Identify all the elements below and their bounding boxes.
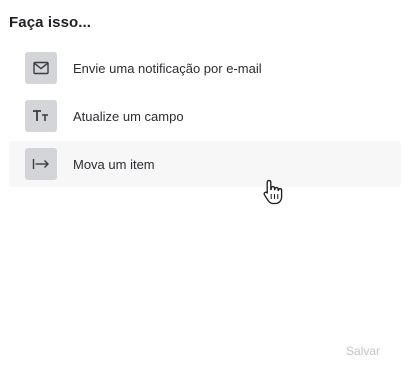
mail-icon bbox=[25, 52, 57, 84]
save-button[interactable]: Salvar bbox=[346, 344, 380, 358]
action-list: Envie uma notificação por e-mail Atualiz… bbox=[9, 45, 401, 189]
hand-pointer-cursor-icon bbox=[262, 179, 284, 205]
action-label: Mova um item bbox=[73, 156, 155, 172]
action-label: Envie uma notificação por e-mail bbox=[73, 60, 262, 76]
move-arrow-icon bbox=[25, 148, 57, 180]
text-format-icon bbox=[25, 100, 57, 132]
action-item-update-field[interactable]: Atualize um campo bbox=[9, 93, 401, 139]
section-heading: Faça isso... bbox=[9, 14, 92, 31]
action-item-send-email[interactable]: Envie uma notificação por e-mail bbox=[9, 45, 401, 91]
action-item-move-item[interactable]: Mova um item bbox=[9, 141, 401, 187]
action-label: Atualize um campo bbox=[73, 108, 184, 124]
